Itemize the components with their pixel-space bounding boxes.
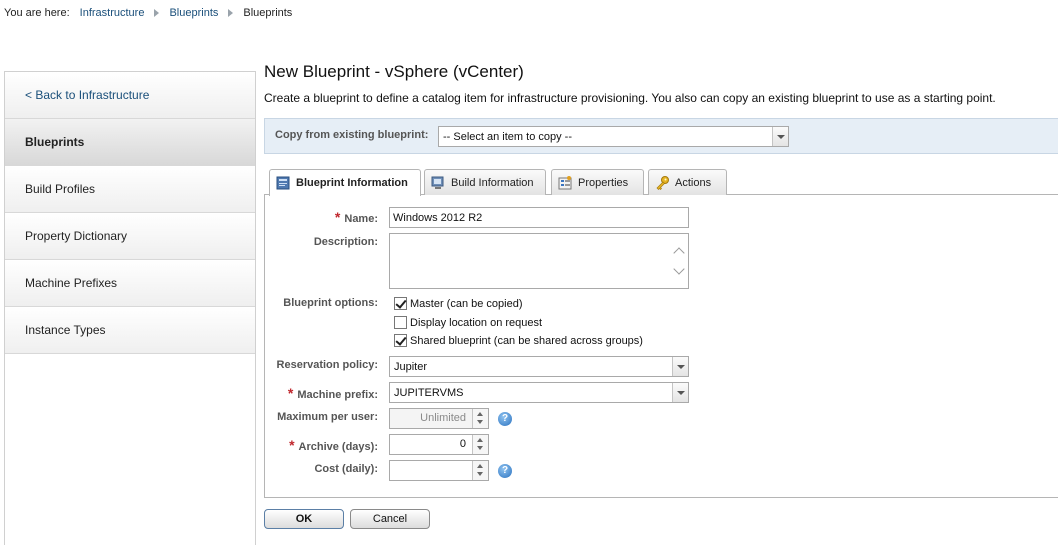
chevron-down-icon[interactable] [672, 383, 688, 402]
machine-prefix-label: * Machine prefix: [288, 385, 378, 401]
shared-blueprint-label: Shared blueprint (can be shared across g… [410, 334, 643, 347]
archive-days-label: * Archive (days): [289, 437, 378, 453]
key-icon [655, 175, 670, 190]
spin-down-icon[interactable] [477, 446, 483, 450]
reservation-policy-value: Jupiter [394, 360, 428, 373]
master-checkbox[interactable] [394, 297, 407, 310]
sidebar-item-instance-types[interactable]: Instance Types [5, 307, 255, 354]
help-icon[interactable]: ? [498, 412, 512, 426]
master-label: Master (can be copied) [410, 297, 523, 310]
option-shared-blueprint[interactable]: Shared blueprint (can be shared across g… [394, 334, 643, 347]
copy-blueprint-label: Copy from existing blueprint: [275, 129, 429, 141]
page-description: Create a blueprint to define a catalog i… [264, 91, 996, 105]
breadcrumb-link-infrastructure[interactable]: Infrastructure [80, 7, 145, 19]
cost-daily-label: Cost (daily): [314, 463, 378, 475]
tab-label: Actions [675, 176, 712, 189]
spin-up-icon[interactable] [477, 464, 483, 468]
chevron-down-icon[interactable] [672, 357, 688, 376]
tab-actions[interactable]: Actions [648, 169, 727, 195]
machine-prefix-select[interactable]: JUPITERVMS [389, 382, 689, 403]
name-label-text: Name: [344, 213, 378, 225]
reservation-policy-label: Reservation policy: [276, 359, 378, 371]
sidebar-item-machine-prefixes[interactable]: Machine Prefixes [5, 260, 255, 307]
sidebar-item-build-profiles[interactable]: Build Profiles [5, 166, 255, 213]
spin-up-icon[interactable] [477, 412, 483, 416]
reservation-policy-select[interactable]: Jupiter [389, 356, 689, 377]
breadcrumb-separator-icon [228, 9, 234, 17]
sidebar-item-blueprints[interactable]: Blueprints [5, 119, 255, 166]
ok-button[interactable]: OK [264, 509, 344, 529]
sidebar-item-back[interactable]: < Back to Infrastructure [5, 72, 255, 119]
name-input[interactable]: Windows 2012 R2 [389, 207, 689, 228]
breadcrumb-label: You are here: [4, 7, 70, 19]
tab-label: Properties [578, 176, 629, 189]
machine-prefix-label-text: Machine prefix: [297, 389, 378, 401]
copy-blueprint-select[interactable]: -- Select an item to copy -- [438, 126, 789, 147]
spinner-buttons[interactable] [472, 435, 488, 454]
spinner-buttons[interactable] [472, 409, 488, 428]
blueprint-options-label: Blueprint options: [283, 297, 378, 309]
tab-properties[interactable]: Properties [551, 169, 644, 195]
page-title: New Blueprint - vSphere (vCenter) [264, 62, 524, 81]
spin-down-icon[interactable] [477, 472, 483, 476]
max-per-user-label: Maximum per user: [277, 411, 378, 423]
properties-icon [558, 175, 573, 190]
option-display-location[interactable]: Display location on request [394, 316, 542, 329]
archive-days-spinner[interactable]: 0 [389, 434, 489, 455]
archive-days-label-text: Archive (days): [298, 441, 378, 453]
monitor-icon [431, 176, 446, 190]
copy-blueprint-value: -- Select an item to copy -- [443, 130, 572, 143]
blueprint-icon [276, 176, 291, 190]
display-location-label: Display location on request [410, 316, 543, 329]
sidebar-item-property-dictionary[interactable]: Property Dictionary [5, 213, 255, 260]
cost-daily-spinner[interactable] [389, 460, 489, 481]
chevron-down-icon[interactable] [772, 127, 788, 146]
tab-label: Blueprint Information [296, 177, 408, 189]
name-label: * Name: [335, 209, 378, 225]
required-asterisk-icon: * [289, 437, 295, 453]
help-icon[interactable]: ? [498, 464, 512, 478]
display-location-checkbox[interactable] [394, 316, 407, 329]
option-master[interactable]: Master (can be copied) [394, 297, 523, 310]
tab-blueprint-information[interactable]: Blueprint Information [269, 169, 421, 196]
tab-build-information[interactable]: Build Information [424, 169, 546, 195]
sidebar: < Back to Infrastructure Blueprints Buil… [4, 71, 256, 545]
description-label: Description: [313, 236, 378, 248]
breadcrumb: You are here: Infrastructure Blueprints … [4, 6, 292, 20]
scroll-up-icon[interactable] [673, 245, 685, 259]
max-per-user-value: Unlimited [420, 412, 466, 424]
description-textarea[interactable] [389, 233, 689, 289]
cancel-button[interactable]: Cancel [350, 509, 430, 529]
breadcrumb-separator-icon [154, 9, 160, 17]
spinner-buttons[interactable] [472, 461, 488, 480]
required-asterisk-icon: * [287, 385, 294, 401]
cost-daily-value [390, 461, 471, 480]
archive-days-value: 0 [459, 438, 466, 450]
required-asterisk-icon: * [334, 209, 341, 225]
max-per-user-spinner[interactable]: Unlimited [389, 408, 489, 429]
spin-down-icon[interactable] [477, 420, 483, 424]
breadcrumb-link-blueprints[interactable]: Blueprints [169, 7, 218, 19]
name-value: Windows 2012 R2 [393, 211, 483, 224]
spin-up-icon[interactable] [477, 438, 483, 442]
tab-label: Build Information [451, 176, 534, 189]
shared-blueprint-checkbox[interactable] [394, 334, 407, 347]
machine-prefix-value: JUPITERVMS [394, 386, 464, 399]
breadcrumb-current: Blueprints [243, 7, 293, 19]
scroll-down-icon[interactable] [673, 263, 685, 275]
